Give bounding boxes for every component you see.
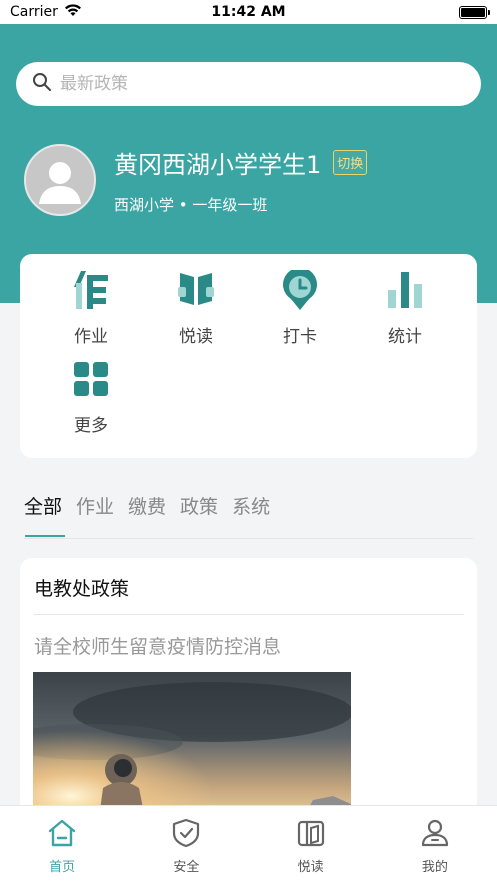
- feature-label: 打卡: [283, 327, 317, 347]
- tab-payment[interactable]: 缴费: [128, 492, 166, 531]
- tabbar-safety[interactable]: 安全: [124, 806, 248, 883]
- feature-label: 统计: [388, 327, 422, 347]
- carrier-label: Carrier: [10, 4, 58, 20]
- news-card[interactable]: 电教处政策 请全校师生留意疫情防控消息: [20, 558, 477, 818]
- feature-grid: 作业 悦读 打卡 统计 更多: [20, 254, 477, 458]
- news-summary: 请全校师生留意疫情防控消息: [34, 636, 282, 658]
- avatar[interactable]: [24, 144, 96, 216]
- tabbar-home[interactable]: 首页: [0, 806, 124, 883]
- feature-more[interactable]: 更多: [39, 359, 143, 436]
- bar-chart-icon: [385, 270, 425, 310]
- search-input[interactable]: [60, 74, 440, 94]
- grid-more-icon: [71, 359, 111, 399]
- books-icon: [296, 818, 326, 852]
- news-divider: [34, 614, 464, 615]
- school-class-label: 西湖小学 • 一年级一班: [114, 196, 268, 214]
- profile-section: 黄冈西湖小学学生1 切换 西湖小学 • 一年级一班: [24, 144, 368, 216]
- category-tabs: 全部 作业 缴费 政策 系统: [24, 492, 284, 531]
- tabbar-label: 悦读: [297, 860, 324, 875]
- wifi-icon: [64, 3, 82, 21]
- switch-account-button[interactable]: 切换: [333, 150, 368, 175]
- tabbar-label: 首页: [49, 860, 76, 875]
- feature-reading[interactable]: 悦读: [144, 270, 248, 347]
- tab-all[interactable]: 全部: [24, 492, 62, 531]
- user-icon: [420, 818, 450, 852]
- student-name: 黄冈西湖小学学生1: [114, 151, 322, 179]
- feature-statistics[interactable]: 统计: [353, 270, 457, 347]
- book-reading-icon: [176, 270, 216, 310]
- tabbar-reading[interactable]: 悦读: [249, 806, 373, 883]
- tab-policy[interactable]: 政策: [180, 492, 218, 531]
- feature-checkin[interactable]: 打卡: [248, 270, 352, 347]
- feature-label: 作业: [74, 327, 108, 347]
- battery-icon: [459, 5, 490, 19]
- tabbar-label: 我的: [421, 860, 448, 875]
- home-icon: [47, 818, 77, 852]
- bottom-tab-bar: 首页 安全 悦读 我的: [0, 805, 497, 883]
- feature-label: 悦读: [179, 327, 213, 347]
- feature-homework[interactable]: 作业: [39, 270, 143, 347]
- search-icon: [32, 72, 52, 96]
- tabbar-label: 安全: [173, 860, 200, 875]
- homework-icon: [71, 270, 111, 310]
- tabbar-mine[interactable]: 我的: [373, 806, 497, 883]
- search-bar[interactable]: [16, 62, 481, 106]
- active-tab-indicator: [25, 535, 65, 537]
- shield-icon: [171, 818, 201, 852]
- tab-homework[interactable]: 作业: [76, 492, 114, 531]
- tab-system[interactable]: 系统: [232, 492, 270, 531]
- tabs-divider: [24, 538, 473, 539]
- status-bar: Carrier 11:42 AM: [0, 0, 497, 24]
- feature-label: 更多: [74, 416, 108, 436]
- clock-pin-icon: [280, 270, 320, 310]
- news-image[interactable]: [20, 672, 353, 818]
- news-title: 电教处政策: [34, 578, 130, 600]
